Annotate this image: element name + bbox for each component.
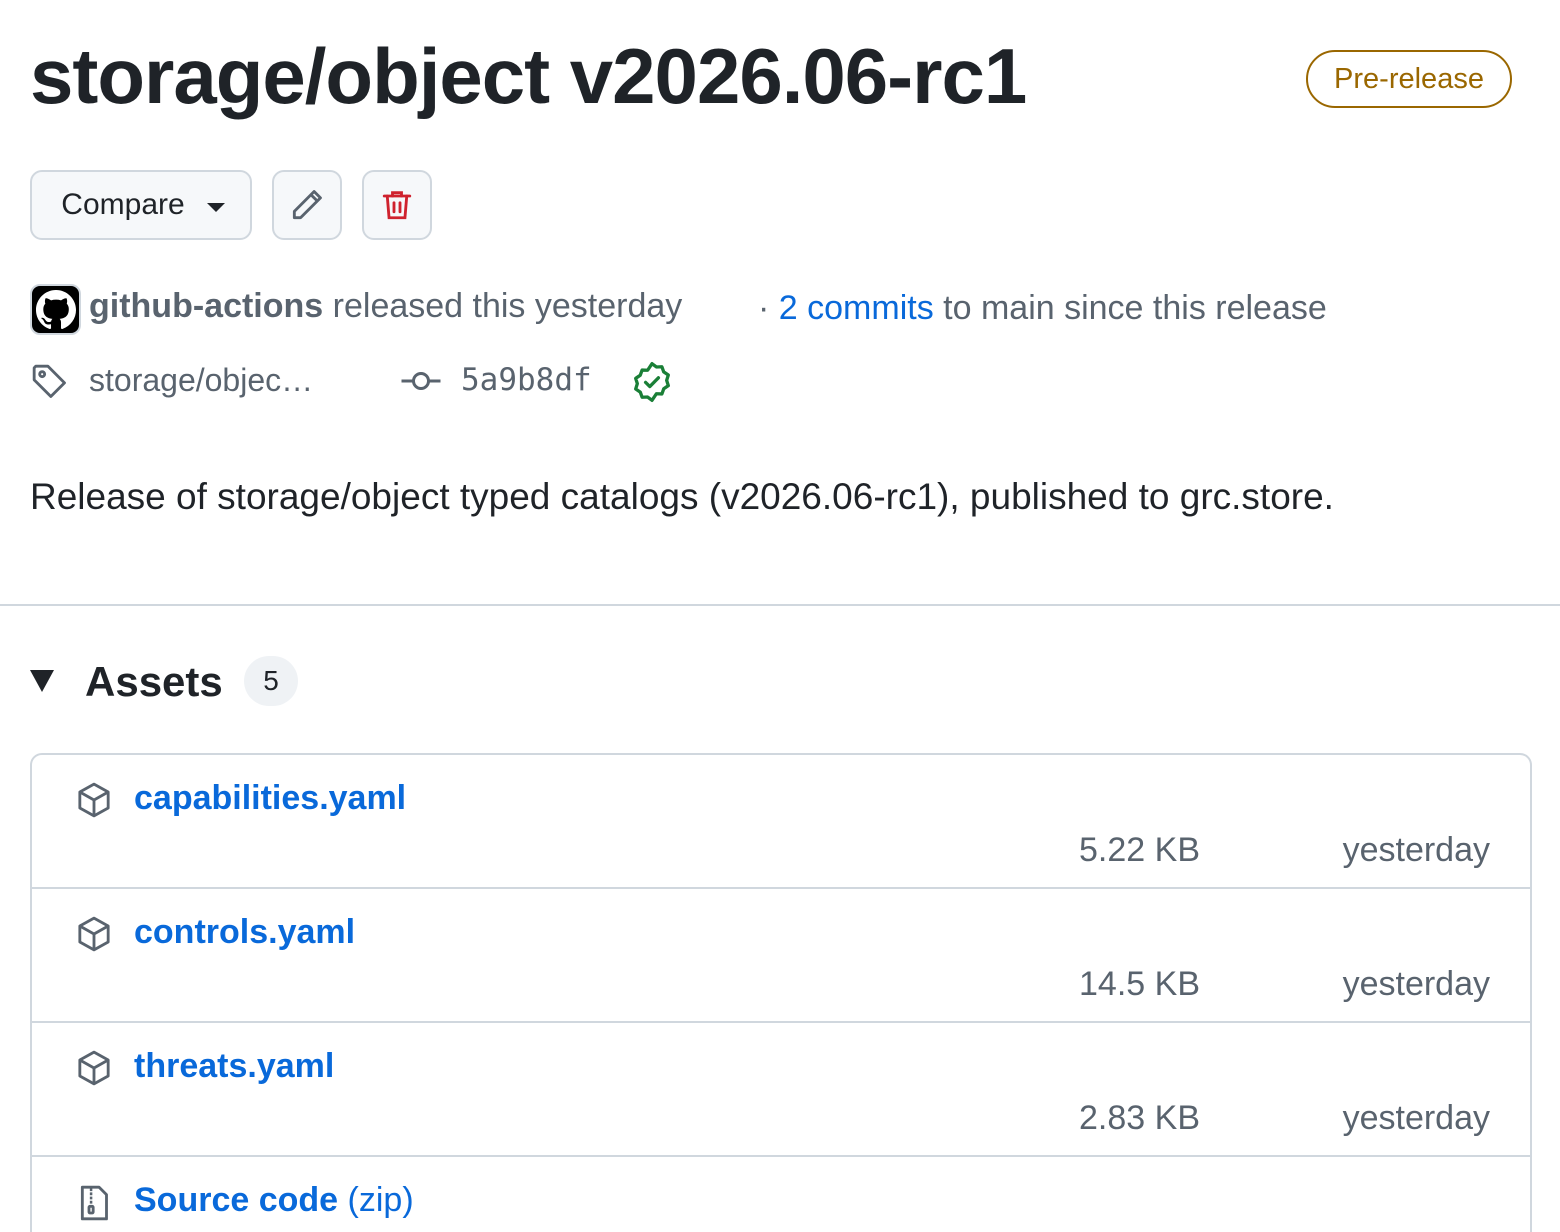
package-icon (78, 1050, 110, 1086)
assets-count-badge: 5 (244, 656, 298, 706)
asset-date: yesterday (1342, 965, 1490, 1003)
asset-date: yesterday (1342, 1099, 1490, 1137)
tag-icon (32, 364, 66, 398)
assets-list: capabilities.yaml 5.22 KB yesterday cont… (30, 753, 1532, 1232)
asset-row-capabilities: capabilities.yaml 5.22 KB yesterday (32, 755, 1530, 889)
git-commit-icon (401, 372, 441, 390)
commits-separator: · (758, 289, 770, 327)
asset-date: yesterday (1342, 831, 1490, 869)
trash-icon (382, 191, 412, 220)
file-zip-icon (80, 1185, 108, 1221)
github-logo-icon (35, 289, 76, 329)
asset-size: 14.5 KB (1079, 965, 1200, 1003)
asset-link[interactable]: controls.yaml (134, 911, 355, 953)
tag-link[interactable]: storage/objec… (89, 360, 313, 400)
release-description: Release of storage/object typed catalogs… (30, 476, 1334, 517)
prerelease-badge: Pre-release (1306, 50, 1512, 108)
commits-suffix: to main since this release (943, 289, 1327, 327)
verified-icon[interactable] (630, 360, 674, 404)
asset-row-source-zip: Source code (zip) (32, 1157, 1530, 1232)
commits-info: · 2 commits to main since this release (758, 288, 1327, 328)
asset-size: 5.22 KB (1079, 831, 1200, 869)
commits-link[interactable]: 2 commits (779, 289, 934, 327)
asset-link[interactable]: Source code (zip) (134, 1179, 414, 1221)
assets-heading[interactable]: Assets (85, 656, 223, 708)
section-divider (0, 604, 1560, 606)
source-code-format: (zip) (347, 1181, 414, 1219)
package-icon (78, 782, 110, 818)
released-text: released this yesterday (332, 287, 683, 325)
edit-button[interactable] (272, 170, 342, 240)
release-byline: github-actions released this yesterday (89, 286, 682, 326)
author-link[interactable]: github-actions (89, 287, 323, 325)
asset-row-controls: controls.yaml 14.5 KB yesterday (32, 889, 1530, 1023)
asset-size: 2.83 KB (1079, 1099, 1200, 1137)
compare-button[interactable]: Compare (30, 170, 252, 240)
compare-label: Compare (61, 188, 185, 221)
pencil-icon (292, 190, 322, 220)
delete-button[interactable] (362, 170, 432, 240)
chevron-down-icon (206, 202, 225, 212)
avatar[interactable] (30, 284, 81, 335)
asset-row-threats: threats.yaml 2.83 KB yesterday (32, 1023, 1530, 1157)
asset-link[interactable]: threats.yaml (134, 1045, 334, 1087)
asset-link[interactable]: capabilities.yaml (134, 777, 406, 819)
release-title: storage/object v2026.06-rc1 (30, 32, 1027, 120)
commit-sha-link[interactable]: 5a9b8df (461, 360, 592, 400)
source-code-label: Source code (134, 1181, 339, 1219)
collapse-triangle-icon[interactable] (30, 670, 54, 692)
package-icon (78, 916, 110, 952)
